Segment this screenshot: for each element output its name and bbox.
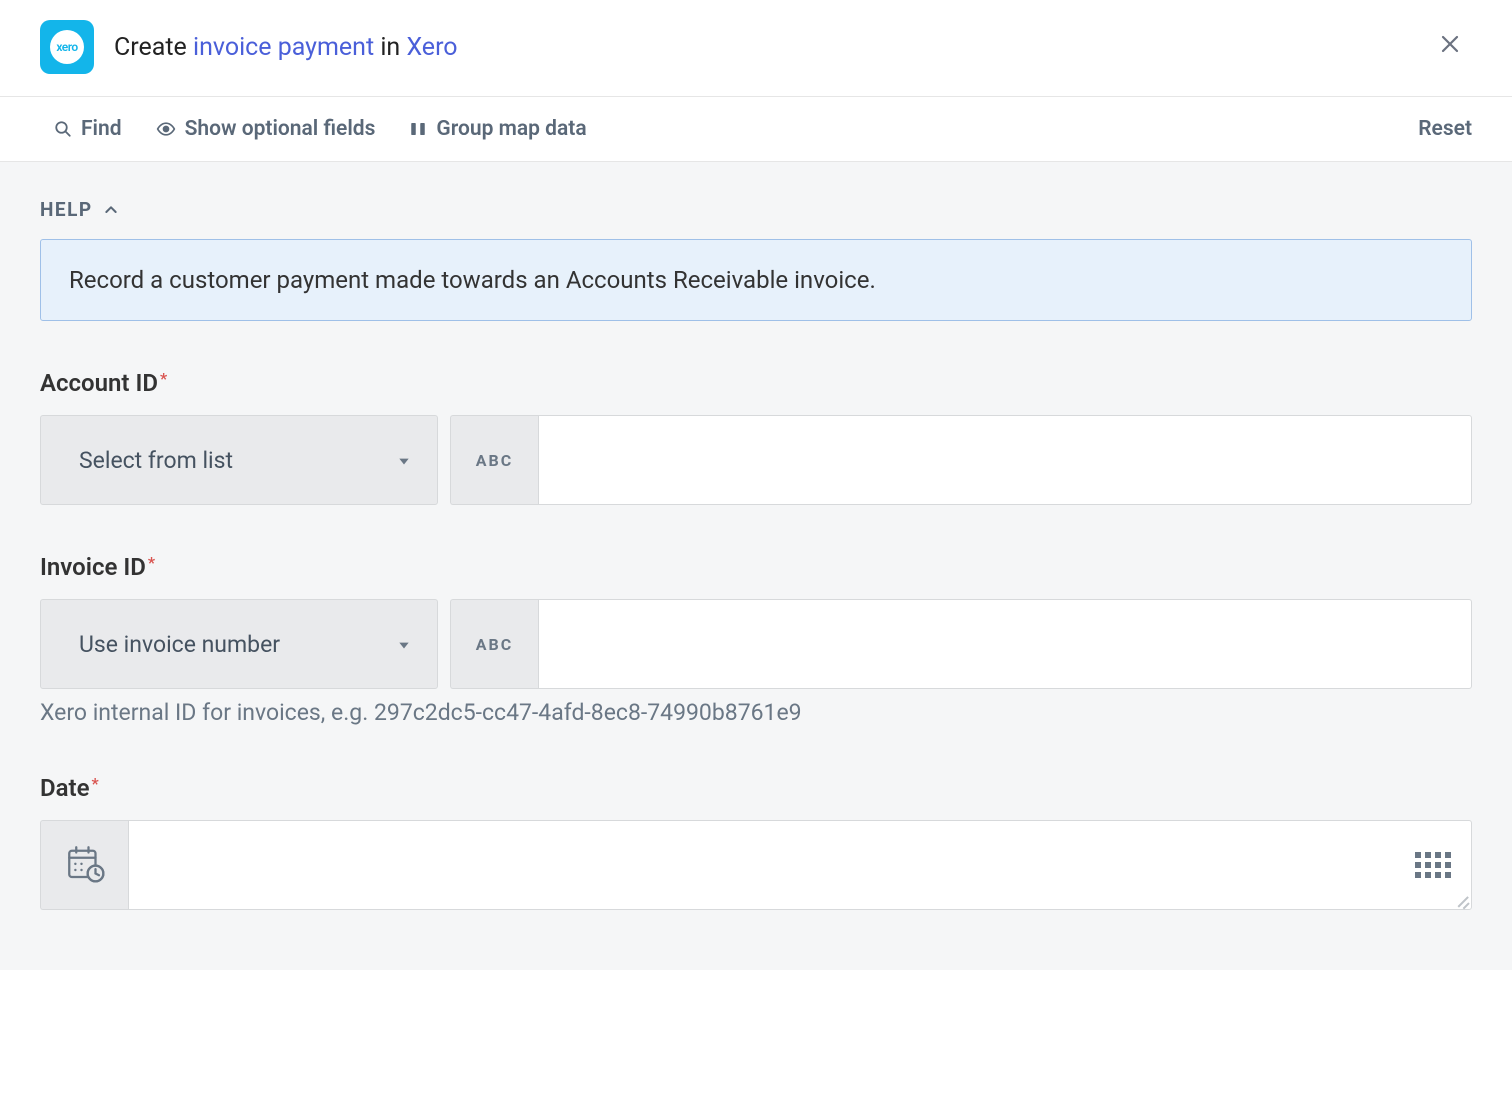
help-text: Record a customer payment made towards a… — [69, 266, 876, 294]
title-prefix: Create — [114, 33, 193, 62]
caret-down-icon — [397, 447, 411, 474]
help-toggle[interactable]: HELP — [40, 198, 1472, 221]
help-box: Record a customer payment made towards a… — [40, 239, 1472, 321]
date-input[interactable] — [128, 820, 1472, 910]
account-id-type-badge: ABC — [450, 415, 538, 505]
invoice-id-label-text: Invoice ID — [40, 553, 146, 581]
form-content: HELP Record a customer payment made towa… — [0, 162, 1512, 970]
required-marker: * — [148, 553, 155, 572]
chevron-up-icon — [103, 202, 119, 218]
group-map-label: Group map data — [436, 117, 586, 141]
app-icon: xero — [40, 20, 94, 74]
account-id-select-value: Select from list — [79, 447, 233, 474]
account-id-label: Account ID* — [40, 369, 1472, 397]
required-marker: * — [92, 774, 99, 793]
grid-icon — [1415, 852, 1451, 878]
field-date: Date* — [40, 774, 1472, 910]
date-label: Date* — [40, 774, 1472, 802]
invoice-id-select-value: Use invoice number — [79, 631, 280, 658]
close-icon — [1438, 32, 1462, 56]
dialog-header: xero Create invoice payment in Xero — [0, 0, 1512, 97]
invoice-id-label: Invoice ID* — [40, 553, 1472, 581]
title-mid: in — [374, 33, 406, 62]
account-id-label-text: Account ID — [40, 369, 158, 397]
eye-icon — [156, 119, 176, 139]
date-icon-box — [40, 820, 128, 910]
show-optional-button[interactable]: Show optional fields — [156, 117, 376, 141]
field-account-id: Account ID* Select from list ABC — [40, 369, 1472, 505]
account-id-select[interactable]: Select from list — [40, 415, 438, 505]
invoice-id-type-badge: ABC — [450, 599, 538, 689]
search-icon — [54, 120, 72, 138]
date-label-text: Date — [40, 774, 90, 802]
title-entity-link[interactable]: invoice payment — [193, 33, 374, 62]
group-map-icon — [409, 120, 427, 138]
reset-button[interactable]: Reset — [1418, 117, 1472, 141]
resize-handle[interactable] — [1455, 893, 1469, 907]
group-map-button[interactable]: Group map data — [409, 117, 586, 141]
required-marker: * — [160, 369, 167, 388]
xero-logo: xero — [50, 30, 84, 64]
find-button[interactable]: Find — [54, 117, 122, 141]
caret-down-icon — [397, 631, 411, 658]
calendar-clock-icon — [64, 842, 106, 888]
invoice-id-input[interactable] — [538, 599, 1472, 689]
toolbar: Find Show optional fields Group map data… — [0, 97, 1512, 162]
invoice-id-select[interactable]: Use invoice number — [40, 599, 438, 689]
field-invoice-id: Invoice ID* Use invoice number ABC Xero … — [40, 553, 1472, 726]
help-label: HELP — [40, 198, 93, 221]
data-pill-picker-icon[interactable] — [1415, 852, 1451, 878]
title-app-link[interactable]: Xero — [406, 33, 457, 62]
invoice-id-hint: Xero internal ID for invoices, e.g. 297c… — [40, 699, 1472, 726]
find-label: Find — [81, 117, 122, 141]
close-button[interactable] — [1428, 28, 1472, 66]
account-id-input[interactable] — [538, 415, 1472, 505]
show-optional-label: Show optional fields — [185, 117, 376, 141]
dialog-title: Create invoice payment in Xero — [114, 33, 1428, 62]
